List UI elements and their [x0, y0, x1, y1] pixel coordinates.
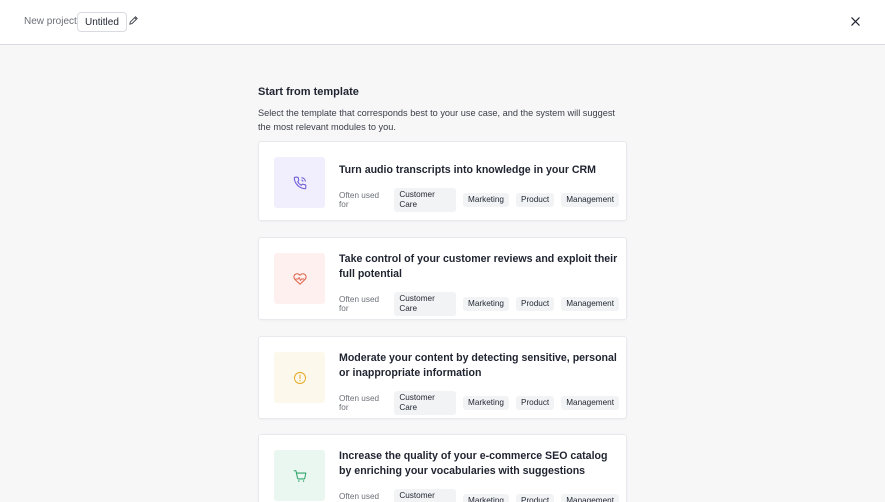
template-card-content-moderation[interactable]: Moderate your content by detecting sensi…: [258, 336, 627, 419]
project-name-field[interactable]: Untitled: [77, 12, 127, 32]
tag-product: Product: [515, 297, 555, 311]
tag-management: Management: [561, 193, 619, 207]
template-title: Increase the quality of your e-commerce …: [339, 450, 608, 477]
template-icon-tile: [274, 450, 325, 501]
tag-list: Often used for Customer Care Marketing P…: [339, 489, 626, 502]
tag-customer-care: Customer Care: [394, 188, 457, 212]
cart-icon: [293, 469, 306, 482]
template-icon-tile: [274, 352, 325, 403]
tag-management: Management: [561, 396, 619, 410]
tag-list: Often used for Customer Care Marketing P…: [339, 292, 626, 316]
tag-customer-care: Customer Care: [394, 391, 457, 415]
template-title: Turn audio transcripts into knowledge in…: [339, 164, 597, 176]
often-used-label: Often used for: [339, 191, 380, 209]
phone-icon: [293, 176, 306, 189]
template-intro: Start from template Select the template …: [258, 86, 630, 134]
template-icon-tile: [274, 157, 325, 208]
alert-circle-icon: [293, 371, 306, 384]
heart-pulse-icon: [292, 272, 307, 285]
tag-list: Often used for Customer Care Marketing P…: [339, 391, 626, 415]
tag-list: Often used for Customer Care Marketing P…: [339, 188, 626, 212]
tag-product: Product: [515, 396, 555, 410]
template-title: Moderate your content by detecting sensi…: [339, 352, 617, 379]
pencil-icon[interactable]: [128, 15, 139, 26]
page-description: Select the template that corresponds bes…: [258, 108, 615, 132]
tag-marketing: Marketing: [463, 193, 509, 207]
template-icon-tile: [274, 253, 325, 304]
tag-marketing: Marketing: [463, 494, 509, 502]
page-title: Start from template: [258, 86, 359, 98]
tag-customer-care: Customer Care: [394, 489, 457, 502]
new-project-label: New project: [24, 16, 77, 27]
often-used-label: Often used for: [339, 492, 380, 502]
close-icon[interactable]: [850, 16, 861, 27]
top-bar: New project Untitled: [0, 0, 885, 45]
often-used-label: Often used for: [339, 295, 380, 313]
tag-marketing: Marketing: [463, 297, 509, 311]
tag-marketing: Marketing: [463, 396, 509, 410]
often-used-label: Often used for: [339, 394, 380, 412]
tag-management: Management: [561, 494, 619, 502]
template-card-customer-reviews[interactable]: Take control of your customer reviews an…: [258, 237, 627, 320]
tag-customer-care: Customer Care: [394, 292, 457, 316]
template-card-audio-transcripts[interactable]: Turn audio transcripts into knowledge in…: [258, 141, 627, 221]
tag-product: Product: [515, 193, 555, 207]
template-title: Take control of your customer reviews an…: [339, 253, 618, 280]
tag-management: Management: [561, 297, 619, 311]
template-card-ecommerce-seo[interactable]: Increase the quality of your e-commerce …: [258, 434, 627, 502]
tag-product: Product: [515, 494, 555, 502]
